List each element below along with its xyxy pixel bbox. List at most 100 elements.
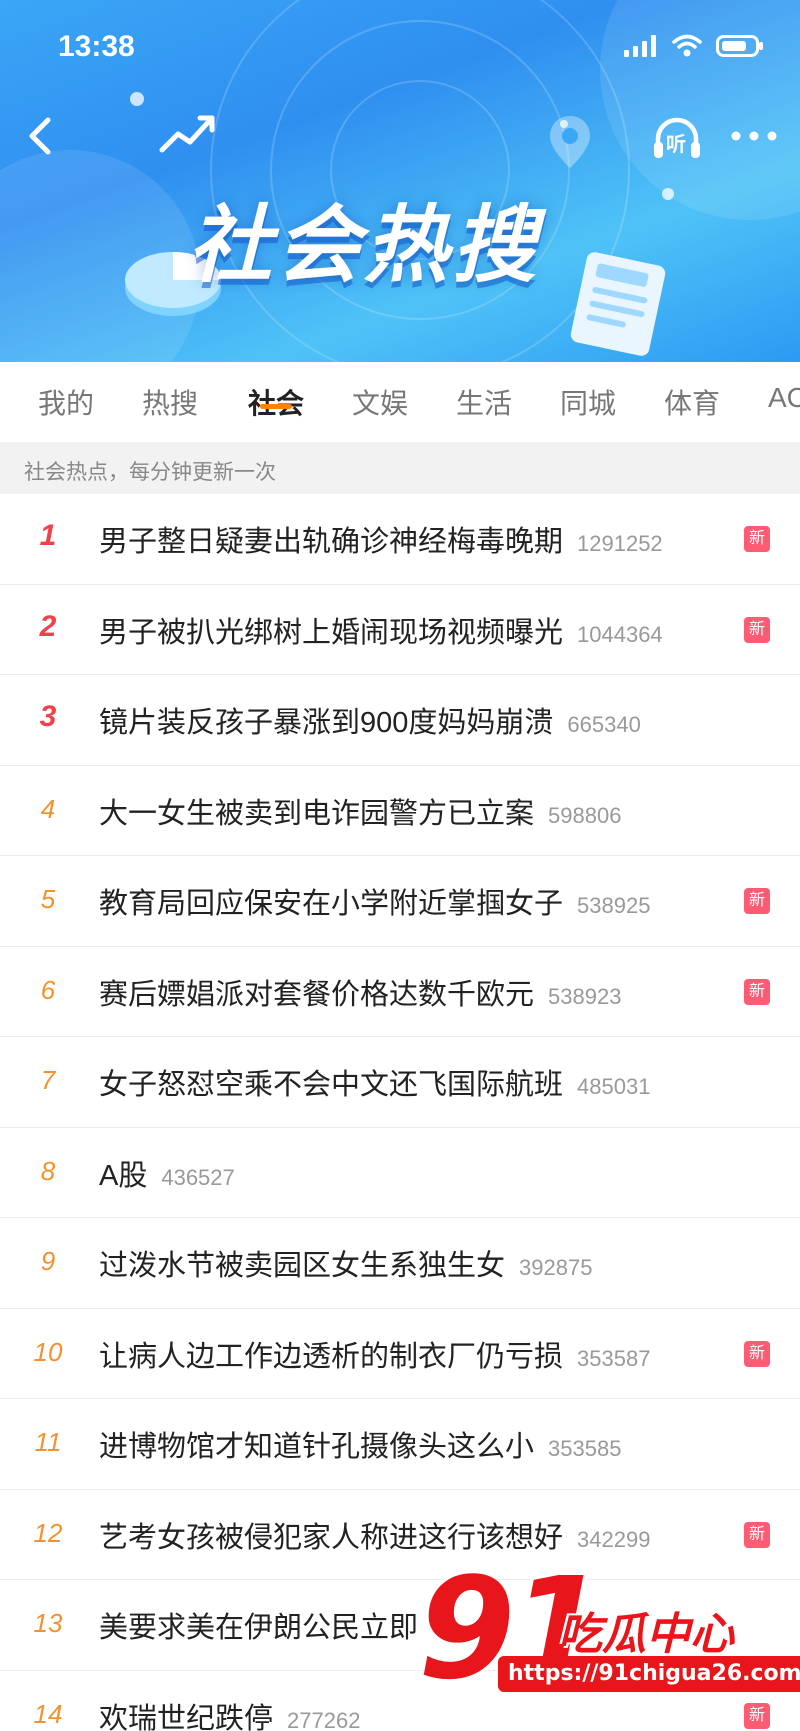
title-text: 艺考女孩被侵犯家人称进这行该想好 xyxy=(99,1521,564,1554)
title-text: 女子怒怼空乘不会中文还飞国际航班 xyxy=(99,1069,564,1101)
list-item[interactable]: 1 男子整日疑妻出轨确诊神经梅毒晚期 1291252 新 xyxy=(0,494,800,585)
item-title: 美要求美在伊朗公民立即 xyxy=(99,1604,418,1646)
item-title: 男子被扒光绑树上婚闹现场视频曝光 1044364 xyxy=(99,609,663,651)
new-badge: 新 xyxy=(744,888,770,914)
search-count: 353585 xyxy=(548,1436,622,1461)
item-title: 艺考女孩被侵犯家人称进这行该想好 342299 xyxy=(99,1514,650,1556)
title-text: 进博物馆才知道针孔摄像头这么小 xyxy=(99,1431,535,1463)
listen-button[interactable]: 听 xyxy=(650,112,704,166)
item-title: 教育局回应保安在小学附近掌掴女子 538925 xyxy=(99,880,650,922)
list-item[interactable]: 13 美要求美在伊朗公民立即 xyxy=(0,1580,800,1671)
new-badge: 新 xyxy=(744,978,770,1005)
item-title: 进博物馆才知道针孔摄像头这么小 353585 xyxy=(99,1423,621,1465)
rank-number: 2 xyxy=(39,609,57,643)
search-count: 665340 xyxy=(567,712,641,737)
title-text: 欢瑞世纪跌停 xyxy=(99,1702,274,1731)
tab-local[interactable]: 同城 xyxy=(560,382,616,422)
page-title: 社会热搜 xyxy=(188,196,541,294)
item-title: A股 436527 xyxy=(99,1152,235,1194)
signal-icon xyxy=(624,35,656,57)
rank-number: 13 xyxy=(33,1608,63,1638)
search-count: 538925 xyxy=(577,893,651,918)
search-count: 538923 xyxy=(548,983,622,1009)
tab-bar: 我的 热搜 社会 文娱 生活 同城 体育 AC xyxy=(0,362,800,442)
search-count: 353587 xyxy=(577,1345,651,1371)
list-item[interactable]: 9 过泼水节被卖园区女生系独生女 392875 xyxy=(0,1218,800,1309)
hot-search-list: 1 男子整日疑妻出轨确诊神经梅毒晚期 1291252 新 2 男子被扒光绑树上婚闹… xyxy=(0,494,800,1731)
tab-acg[interactable]: AC xyxy=(768,382,800,414)
search-count: 342299 xyxy=(577,1526,651,1552)
list-item[interactable]: 10 让病人边工作边透析的制衣厂仍亏损 353587 新 xyxy=(0,1308,800,1399)
list-item[interactable]: 6 赛后嫖娼派对套餐价格达数千欧元 538923 新 xyxy=(0,946,800,1037)
rank-number: 1 xyxy=(39,519,57,552)
list-item[interactable]: 5 教育局回应保安在小学附近掌掴女子 538925 新 xyxy=(0,856,800,947)
new-badge: 新 xyxy=(744,1702,770,1729)
active-tab-indicator xyxy=(260,404,292,409)
battery-icon xyxy=(716,35,763,57)
more-button[interactable] xyxy=(726,116,782,156)
location-pin-icon xyxy=(550,116,590,168)
list-item[interactable]: 11 进博物馆才知道针孔摄像头这么小 353585 xyxy=(0,1399,800,1490)
rank-number: 5 xyxy=(40,884,56,914)
title-text: 让病人边工作边透析的制衣厂仍亏损 xyxy=(99,1340,564,1373)
news-paper-icon xyxy=(570,252,666,356)
chevron-left-icon xyxy=(29,117,51,155)
new-badge: 新 xyxy=(744,616,770,643)
tab-sports[interactable]: 体育 xyxy=(664,382,720,422)
wifi-icon xyxy=(672,34,702,57)
list-item[interactable]: 8 A股 436527 xyxy=(0,1127,800,1218)
title-text: A股 xyxy=(99,1159,148,1192)
rank-number: 7 xyxy=(40,1065,56,1095)
title-text: 美要求美在伊朗公民立即 xyxy=(99,1612,419,1644)
title-text: 大一女生被卖到电诈园警方已立案 xyxy=(99,797,535,830)
title-text: 镜片装反孩子暴涨到900度妈妈崩溃 xyxy=(99,707,554,739)
rank-number: 14 xyxy=(33,1698,63,1729)
tab-society[interactable]: 社会 xyxy=(248,382,304,422)
rank-number: 10 xyxy=(33,1336,63,1367)
search-count: 485031 xyxy=(577,1074,651,1099)
tab-hot-search[interactable]: 热搜 xyxy=(142,382,198,422)
item-title: 赛后嫖娼派对套餐价格达数千欧元 538923 xyxy=(99,971,621,1013)
list-item[interactable]: 2 男子被扒光绑树上婚闹现场视频曝光 1044364 新 xyxy=(0,584,800,675)
list-item[interactable]: 3 镜片装反孩子暴涨到900度妈妈崩溃 665340 xyxy=(0,675,800,766)
title-text: 过泼水节被卖园区女生系独生女 xyxy=(99,1250,506,1282)
new-badge: 新 xyxy=(744,526,770,552)
item-title: 大一女生被卖到电诈园警方已立案 598806 xyxy=(99,790,621,832)
more-dots-icon xyxy=(731,131,777,141)
item-title: 欢瑞世纪跌停 277262 xyxy=(99,1695,360,1731)
search-count: 392875 xyxy=(519,1255,593,1280)
item-title: 女子怒怼空乘不会中文还飞国际航班 485031 xyxy=(99,1061,650,1103)
rank-number: 4 xyxy=(40,793,56,824)
title-text: 赛后嫖娼派对套餐价格达数千欧元 xyxy=(99,978,535,1011)
header-banner: 13:38 听 社会热搜 xyxy=(0,0,800,362)
item-title: 镜片装反孩子暴涨到900度妈妈崩溃 665340 xyxy=(99,699,641,741)
list-item[interactable]: 14 欢瑞世纪跌停 277262 新 xyxy=(0,1670,800,1731)
status-bar: 13:38 xyxy=(0,0,800,96)
item-title: 男子整日疑妻出轨确诊神经梅毒晚期 1291252 xyxy=(99,518,663,560)
status-icons xyxy=(624,34,764,58)
list-item[interactable]: 12 艺考女孩被侵犯家人称进这行该想好 342299 新 xyxy=(0,1489,800,1580)
search-count: 1291252 xyxy=(577,531,663,556)
search-count: 1044364 xyxy=(577,621,663,647)
listen-label: 听 xyxy=(666,134,686,156)
item-title: 过泼水节被卖园区女生系独生女 392875 xyxy=(99,1242,592,1284)
search-count: 598806 xyxy=(548,802,622,828)
rank-number: 9 xyxy=(40,1246,56,1276)
search-count: 436527 xyxy=(161,1164,235,1190)
trend-chart-icon xyxy=(159,115,215,153)
rank-number: 8 xyxy=(40,1155,56,1186)
back-button[interactable] xyxy=(18,112,62,160)
list-item[interactable]: 7 女子怒怼空乘不会中文还飞国际航班 485031 xyxy=(0,1037,800,1128)
tab-life[interactable]: 生活 xyxy=(456,382,512,422)
search-count: 277262 xyxy=(287,1707,361,1731)
rank-number: 11 xyxy=(34,1427,62,1457)
update-notice: 社会热点，每分钟更新一次 xyxy=(24,461,276,484)
title-text: 教育局回应保安在小学附近掌掴女子 xyxy=(99,888,564,920)
tab-entertainment[interactable]: 文娱 xyxy=(352,382,408,422)
rank-number: 3 xyxy=(39,700,57,733)
list-item[interactable]: 4 大一女生被卖到电诈园警方已立案 598806 xyxy=(0,765,800,856)
item-title: 让病人边工作边透析的制衣厂仍亏损 353587 xyxy=(99,1333,650,1375)
list-subheader: 社会热点，每分钟更新一次 xyxy=(0,442,800,494)
rank-number: 6 xyxy=(40,974,56,1005)
tab-mine[interactable]: 我的 xyxy=(38,382,94,422)
